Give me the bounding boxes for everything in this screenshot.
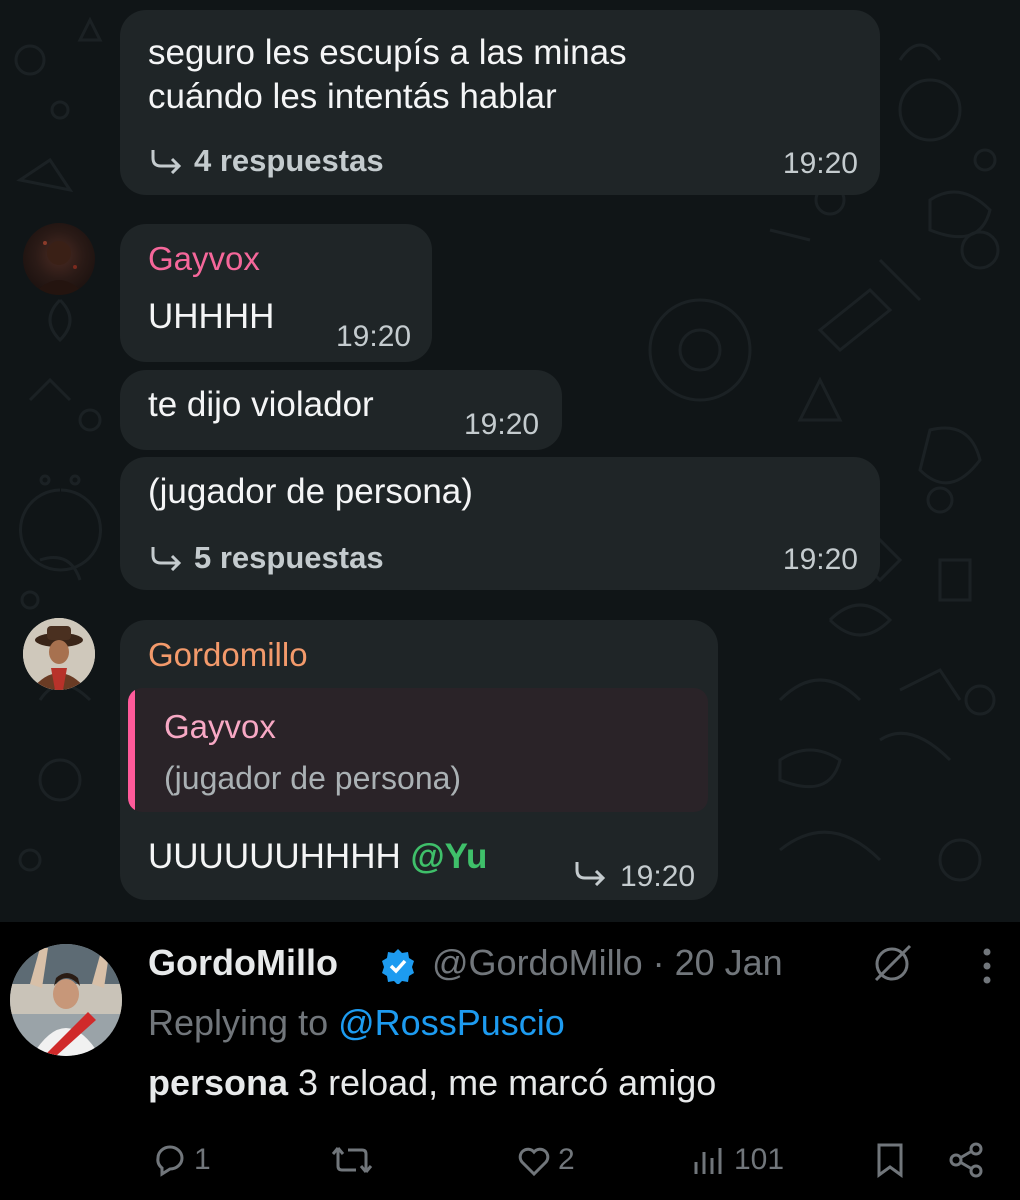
chat-area: seguro les escupís a las minas cuándo le…: [0, 0, 1020, 922]
tweet[interactable]: GordoMillo @GordoMillo · 20 Jan Replying…: [0, 922, 1020, 1200]
reply-action[interactable]: 1: [150, 1140, 211, 1180]
reply-arrow-icon: [151, 547, 182, 571]
message-text: UUUUUUHHHH @Yu: [148, 832, 487, 882]
tweet-text-rest: 3 reload, me marcó amigo: [288, 1062, 717, 1103]
quoted-reply[interactable]: Gayvox (jugador de persona): [128, 688, 708, 812]
avatar[interactable]: [23, 223, 95, 295]
message-bubble[interactable]: seguro les escupís a las minas cuándo le…: [120, 10, 880, 195]
sender-name[interactable]: Gordomillo: [148, 636, 308, 674]
replies-link[interactable]: 5 respuestas: [150, 540, 384, 576]
more-icon[interactable]: [977, 944, 997, 988]
avatar[interactable]: [23, 618, 95, 690]
message-text: (jugador de persona): [148, 472, 473, 511]
like-action[interactable]: 2: [514, 1140, 575, 1180]
message-text: seguro les escupís a las minas: [148, 33, 627, 72]
views-icon: [694, 1148, 722, 1174]
retweet-icon: [331, 1147, 373, 1173]
views-action[interactable]: 101: [690, 1140, 784, 1180]
message-text: cuándo les intentás hablar: [148, 77, 557, 116]
quote-bar: [128, 688, 135, 812]
reply-count: 1: [194, 1143, 211, 1176]
heart-icon: [518, 1147, 550, 1177]
comment-icon: [156, 1145, 184, 1177]
quote-sender: Gayvox: [164, 708, 276, 745]
like-count: 2: [558, 1143, 575, 1176]
message-time: 19:20: [336, 320, 412, 353]
forwarded-indicator: [574, 860, 608, 886]
bookmark-icon[interactable]: [870, 1140, 910, 1180]
verified-badge-icon: [382, 949, 414, 984]
sender-name[interactable]: Gayvox: [148, 240, 260, 278]
quote-text: (jugador de persona): [164, 760, 462, 796]
share-icon[interactable]: [946, 1140, 986, 1180]
display-name[interactable]: GordoMillo: [148, 942, 338, 984]
display-name-text[interactable]: GordoMillo: [148, 942, 338, 983]
mention-link[interactable]: @Yu: [411, 837, 488, 876]
views-count: 101: [734, 1143, 785, 1176]
tweet-text: persona 3 reload, me marcó amigo: [148, 1062, 716, 1104]
message-time: 19:20: [620, 860, 696, 893]
tweet-text-bold: persona: [148, 1062, 289, 1103]
avatar[interactable]: [10, 944, 122, 1056]
message-time: 19:20: [464, 408, 540, 441]
replying-prefix: Replying to: [148, 1002, 329, 1043]
message-body: UUUUUUHHHH: [148, 837, 401, 876]
replies-count: 4 respuestas: [194, 143, 384, 178]
message-bubble[interactable]: Gayvox UHHHH 19:20: [120, 224, 432, 362]
replies-link[interactable]: 4 respuestas: [150, 143, 384, 179]
message-time: 19:20: [782, 147, 858, 180]
message-text: UHHHH: [148, 297, 275, 336]
grok-icon[interactable]: [870, 942, 914, 986]
reply-arrow-icon: [575, 862, 606, 886]
message-time: 19:20: [782, 543, 858, 576]
replying-mention[interactable]: @RossPuscio: [338, 1002, 565, 1043]
retweet-action[interactable]: [330, 1140, 378, 1180]
replying-to: Replying to @RossPuscio: [148, 1002, 565, 1044]
replies-count: 5 respuestas: [194, 540, 384, 575]
reply-arrow-icon: [151, 150, 182, 174]
message-bubble[interactable]: te dijo violador 19:20: [120, 370, 562, 450]
handle-date[interactable]: @GordoMillo · 20 Jan: [432, 942, 783, 984]
message-bubble[interactable]: (jugador de persona) 5 respuestas 19:20: [120, 457, 880, 590]
message-text: te dijo violador: [148, 385, 374, 424]
